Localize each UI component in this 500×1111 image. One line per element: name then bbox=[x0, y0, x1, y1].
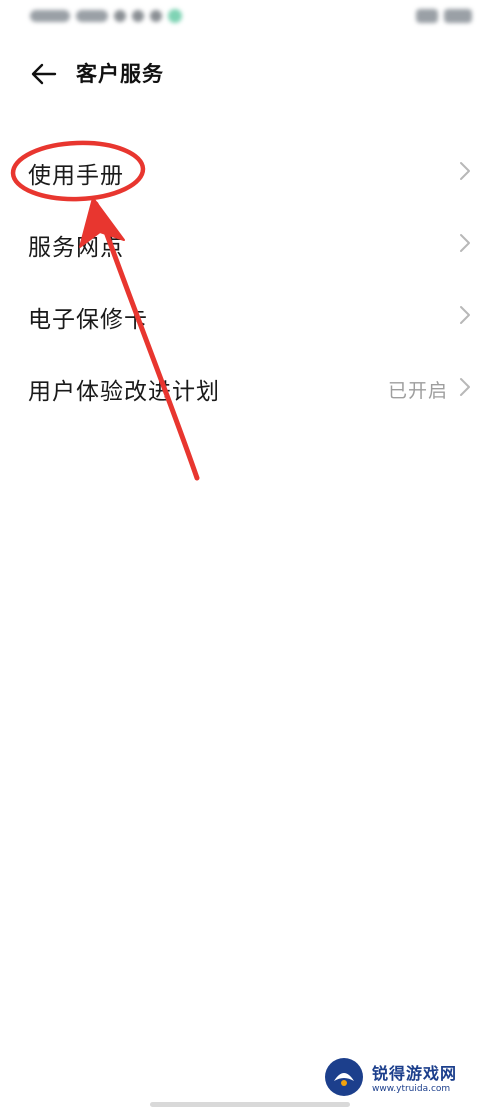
signal-icon bbox=[416, 9, 438, 23]
watermark-url: www.ytruida.com bbox=[372, 1084, 451, 1094]
list-item-e-warranty-card[interactable]: 电子保修卡 bbox=[0, 278, 500, 350]
app-notification-icon bbox=[168, 9, 182, 23]
chevron-right-icon bbox=[460, 306, 470, 324]
screen: 客户服务 使用手册 服务网点 电子保修卡 用户体验改进计划 已开启 锐得游戏网 … bbox=[0, 0, 500, 1111]
status-bar-right bbox=[416, 9, 472, 23]
back-button[interactable] bbox=[26, 56, 62, 92]
list-item-service-outlets[interactable]: 服务网点 bbox=[0, 206, 500, 278]
app-header: 客户服务 bbox=[0, 40, 500, 104]
watermark-brand: 锐得游戏网 bbox=[372, 1064, 458, 1083]
watermark-text: 锐得游戏网 www.ytruida.com bbox=[372, 1060, 457, 1094]
date-placeholder bbox=[76, 10, 108, 22]
status-text: 已开启 bbox=[387, 380, 448, 402]
list-item-user-manual[interactable]: 使用手册 bbox=[0, 134, 500, 206]
notification-icon bbox=[114, 10, 126, 22]
status-bar bbox=[0, 0, 500, 36]
list-item-label: 电子保修卡 bbox=[28, 307, 148, 333]
settings-list: 使用手册 服务网点 电子保修卡 用户体验改进计划 已开启 bbox=[0, 134, 500, 422]
chevron-right-icon bbox=[460, 378, 470, 396]
list-item-user-experience-program[interactable]: 用户体验改进计划 已开启 bbox=[0, 350, 500, 422]
arrow-left-icon bbox=[31, 63, 57, 85]
page-title: 客户服务 bbox=[76, 62, 164, 86]
watermark-logo-icon bbox=[325, 1058, 363, 1096]
list-item-label: 用户体验改进计划 bbox=[28, 379, 220, 405]
watermark: 锐得游戏网 www.ytruida.com bbox=[322, 1051, 492, 1103]
clock-placeholder bbox=[30, 10, 70, 22]
status-bar-left bbox=[30, 9, 182, 23]
battery-icon bbox=[444, 9, 472, 23]
chevron-right-icon bbox=[460, 162, 470, 180]
notification-icon bbox=[132, 10, 144, 22]
home-indicator[interactable] bbox=[150, 1102, 350, 1107]
list-item-label: 使用手册 bbox=[28, 163, 124, 189]
chevron-right-icon bbox=[460, 234, 470, 252]
notification-icon bbox=[150, 10, 162, 22]
list-item-label: 服务网点 bbox=[28, 235, 124, 261]
